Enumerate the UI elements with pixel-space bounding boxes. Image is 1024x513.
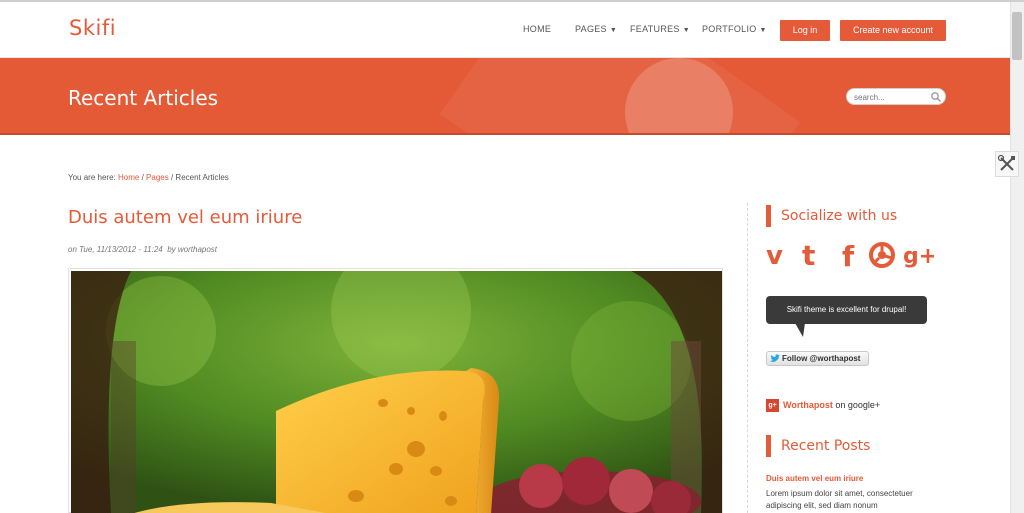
article-author: by worthapost [167, 245, 218, 254]
breadcrumb-separator: / [170, 173, 174, 182]
svg-text:f: f [842, 240, 855, 270]
page-scrollbar[interactable] [1010, 2, 1024, 513]
tools-icon[interactable] [995, 151, 1019, 177]
recent-posts-heading: Recent Posts [766, 435, 946, 457]
nav-portfolio-label: PORTFOLIO [702, 24, 757, 34]
nav-home-label: HOME [523, 24, 552, 34]
page-banner: Recent Articles [0, 58, 1010, 135]
picasa-icon[interactable] [868, 240, 896, 270]
svg-text:g+: g+ [903, 244, 934, 269]
article-title-link[interactable]: Duis autem vel eum iriure [68, 207, 302, 228]
breadcrumb-prefix: You are here: [68, 173, 116, 182]
tweet-bubble: Skifi theme is excellent for drupal! [766, 296, 927, 324]
search-icon[interactable] [930, 91, 942, 103]
nav-features[interactable]: FEATURES ▼ [630, 24, 690, 34]
google-plus-small-icon: g+ [766, 399, 779, 412]
socialize-heading: Socialize with us [766, 205, 946, 227]
breadcrumb-current: Recent Articles [175, 173, 229, 182]
nav-home[interactable]: HOME [523, 24, 551, 34]
search-box[interactable] [846, 88, 946, 105]
follow-label: Follow @worthapost [782, 354, 861, 363]
recent-post-excerpt: Lorem ipsum dolor sit amet, consectetuer… [766, 489, 913, 510]
cheese-photo [71, 271, 722, 513]
recent-post-link[interactable]: Duis autem vel eum iriure [766, 474, 863, 483]
nav-portfolio[interactable]: PORTFOLIO ▼ [702, 24, 767, 34]
article-image[interactable] [68, 268, 723, 513]
nav-features-label: FEATURES [630, 24, 680, 34]
tweet-bubble-tail [795, 323, 805, 337]
socialize-title: Socialize with us [781, 208, 898, 224]
vimeo-icon[interactable]: v [764, 240, 792, 270]
twitter-icon[interactable]: t [799, 240, 827, 270]
create-account-button[interactable]: Create new account [840, 20, 946, 41]
facebook-icon[interactable]: f [836, 240, 864, 270]
google-plus-badge[interactable]: g+ Worthapost on google+ [766, 399, 880, 412]
chevron-down-icon: ▼ [609, 27, 618, 34]
svg-text:v: v [766, 241, 783, 270]
article-meta: on Tue, 11/13/2012 - 11:24 by worthapost [68, 245, 217, 254]
breadcrumb-separator: / [141, 173, 144, 182]
login-button[interactable]: Log in [780, 20, 830, 41]
nav-pages-label: PAGES [575, 24, 607, 34]
google-plus-icon[interactable]: g+ [902, 240, 934, 270]
breadcrumb-pages-link[interactable]: Pages [146, 173, 169, 182]
article-date: on Tue, 11/13/2012 - 11:24 [68, 245, 163, 254]
scrollbar-thumb[interactable] [1012, 12, 1022, 60]
gplus-name-link[interactable]: Worthapost [783, 400, 833, 410]
breadcrumb-home-link[interactable]: Home [118, 173, 139, 182]
sidebar-divider [747, 203, 748, 513]
heading-accent-bar [766, 205, 771, 227]
site-logo[interactable]: Skifi [69, 16, 116, 40]
chevron-down-icon: ▼ [759, 27, 767, 34]
site-header: Skifi HOME PAGES ▼ FEATURES ▼ PORTFOLIO ▼ L… [0, 2, 1010, 58]
twitter-bird-icon [770, 354, 780, 362]
gplus-suffix: on google+ [835, 399, 881, 410]
recent-posts-title: Recent Posts [781, 438, 871, 454]
heading-accent-bar [766, 435, 771, 457]
twitter-follow-button[interactable]: Follow @worthapost [766, 351, 869, 366]
search-input[interactable] [854, 91, 928, 103]
chevron-down-icon: ▼ [682, 27, 690, 34]
banner-decoration [439, 58, 801, 135]
nav-pages[interactable]: PAGES ▼ [575, 24, 617, 34]
svg-text:t: t [802, 240, 815, 270]
page-title: Recent Articles [68, 86, 219, 110]
banner-bottom-border [0, 133, 1010, 135]
breadcrumb: You are here: Home / Pages / Recent Arti… [68, 173, 229, 182]
